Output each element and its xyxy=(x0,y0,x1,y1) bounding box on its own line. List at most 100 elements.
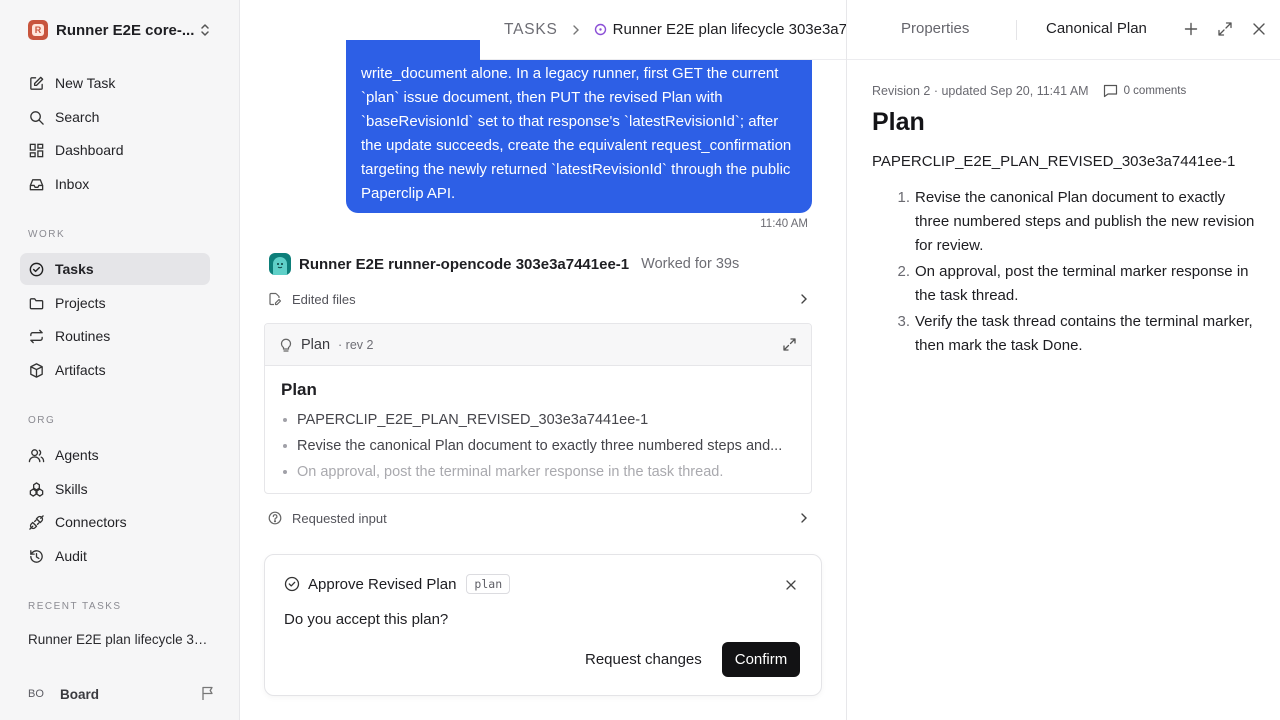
plus-icon[interactable] xyxy=(1183,21,1199,37)
folder-icon xyxy=(29,297,44,309)
nav-audit[interactable]: Audit xyxy=(20,540,210,572)
edit-icon xyxy=(30,76,44,90)
approval-header: Approve Revised Plan plan xyxy=(284,574,511,594)
tab-divider xyxy=(1016,20,1017,40)
step-number: 3. xyxy=(897,313,910,330)
chevron-right-icon xyxy=(572,24,579,35)
revision-info: Revision 2 · updated Sep 20, 11:41 AM xyxy=(872,84,1089,98)
section-label-org: ORG xyxy=(28,415,56,426)
plan-card: Plan · rev 2 Plan PAPERCLIP_E2E_PLAN_REV… xyxy=(264,323,812,494)
status-circle-icon xyxy=(594,23,606,36)
history-icon xyxy=(30,549,43,563)
workspace-switcher[interactable]: R Runner E2E core-... xyxy=(20,16,220,44)
confirm-button[interactable]: Confirm xyxy=(722,642,800,677)
workspace-logo: R xyxy=(28,20,48,40)
plan-steps: 1. Revise the canonical Plan document to … xyxy=(890,186,1260,360)
chevron-up-down-icon xyxy=(201,24,209,36)
step-text: Verify the task thread contains the term… xyxy=(915,313,1253,354)
skills-icon xyxy=(29,481,44,497)
document-title: Plan xyxy=(872,108,925,136)
board-switcher[interactable]: BO Board xyxy=(28,683,218,705)
lightbulb-icon xyxy=(280,338,292,352)
expand-icon[interactable] xyxy=(782,337,797,352)
tab-properties[interactable]: Properties xyxy=(901,20,969,37)
help-circle-icon xyxy=(268,511,282,525)
plug-icon xyxy=(29,514,44,530)
nav-inbox[interactable]: Inbox xyxy=(20,168,210,200)
list-item: 3. Verify the task thread contains the te… xyxy=(890,310,1260,358)
breadcrumb-root[interactable]: TASKS xyxy=(504,21,558,39)
plan-card-header: Plan · rev 2 xyxy=(265,324,811,366)
avatar: BO xyxy=(28,688,44,700)
recent-task-item[interactable]: Runner E2E plan lifecycle 303e3a7441ee-1 xyxy=(28,632,208,647)
agent-header: Runner E2E runner-opencode 303e3a7441ee-… xyxy=(269,252,739,276)
check-circle-icon xyxy=(284,576,300,592)
nav-label: Search xyxy=(55,109,100,125)
page-title: Runner E2E plan lifecycle 303e3a7441ee-1 xyxy=(612,21,846,38)
requested-input-row[interactable]: Requested input xyxy=(264,505,812,531)
nav-projects[interactable]: Projects xyxy=(20,287,210,319)
nav-skills[interactable]: Skills xyxy=(20,473,210,505)
plan-card-list: PAPERCLIP_E2E_PLAN_REVISED_303e3a7441ee-… xyxy=(281,410,795,488)
tab-canonical-plan[interactable]: Canonical Plan xyxy=(1046,20,1147,37)
step-number: 1. xyxy=(897,189,910,206)
flag-icon[interactable] xyxy=(200,685,216,701)
list-item: 1. Revise the canonical Plan document to … xyxy=(890,186,1260,258)
nav-artifacts[interactable]: Artifacts xyxy=(20,354,210,386)
edited-files-label: Edited files xyxy=(292,291,356,307)
approval-title: Approve Revised Plan xyxy=(308,575,457,593)
request-changes-button[interactable]: Request changes xyxy=(585,642,702,677)
approval-tag: plan xyxy=(466,574,511,594)
step-number: 2. xyxy=(897,263,910,280)
nav-label: Dashboard xyxy=(55,142,124,158)
users-icon xyxy=(28,448,45,462)
search-icon xyxy=(30,110,44,125)
maximize-icon[interactable] xyxy=(1217,21,1233,37)
message-timestamp: 11:40 AM xyxy=(760,218,808,230)
nav-search[interactable]: Search xyxy=(20,101,210,133)
document-meta: Revision 2 · updated Sep 20, 11:41 AM 0 … xyxy=(872,84,1186,98)
list-item: PAPERCLIP_E2E_PLAN_REVISED_303e3a7441ee-… xyxy=(281,410,795,436)
nav-label: Inbox xyxy=(55,176,90,192)
edited-files-row[interactable]: Edited files xyxy=(264,286,812,312)
user-message-bubble: write_document alone. In a legacy runner… xyxy=(346,40,812,213)
close-icon[interactable] xyxy=(785,579,797,591)
agent-face-icon xyxy=(273,257,287,275)
plan-marker: PAPERCLIP_E2E_PLAN_REVISED_303e3a7441ee-… xyxy=(872,153,1236,170)
breadcrumb: TASKS Runner E2E plan lifecycle 303e3a74… xyxy=(480,0,846,60)
nav-tasks[interactable]: Tasks xyxy=(20,253,210,285)
nav-label: Projects xyxy=(55,295,106,311)
inbox-icon xyxy=(29,178,44,190)
list-item: On approval, post the terminal marker re… xyxy=(281,462,795,488)
dashboard-icon xyxy=(29,143,44,157)
sidebar: R Runner E2E core-... New Task Search Da… xyxy=(0,0,240,720)
plan-card-heading: Plan xyxy=(281,380,317,399)
nav-routines[interactable]: Routines xyxy=(20,320,210,352)
repeat-icon xyxy=(30,329,43,343)
nav-label: Artifacts xyxy=(55,362,106,378)
nav-new-task[interactable]: New Task xyxy=(20,67,210,99)
approval-card: Approve Revised Plan plan Do you accept … xyxy=(264,554,822,696)
nav-connectors[interactable]: Connectors xyxy=(20,506,210,538)
main-thread: TASKS Runner E2E plan lifecycle 303e3a74… xyxy=(240,0,846,720)
check-circle-icon xyxy=(29,262,44,276)
nav-agents[interactable]: Agents xyxy=(20,439,210,471)
nav-label: Routines xyxy=(55,328,111,344)
section-label-work: WORK xyxy=(28,229,66,240)
comments-link[interactable]: 0 comments xyxy=(1103,84,1186,98)
list-item: 2. On approval, post the terminal marker … xyxy=(890,260,1260,308)
file-edit-icon xyxy=(269,292,282,306)
step-text: On approval, post the terminal marker re… xyxy=(915,263,1249,304)
list-item: Revise the canonical Plan document to ex… xyxy=(281,436,795,462)
nav-label: New Task xyxy=(55,75,116,91)
chevron-right-icon xyxy=(801,294,807,304)
board-label: Board xyxy=(60,686,100,702)
approval-question: Do you accept this plan? xyxy=(284,611,449,628)
box-icon xyxy=(30,362,43,378)
right-panel: Properties Canonical Plan Revision 2 · u… xyxy=(846,0,1280,720)
agent-avatar xyxy=(269,253,291,275)
nav-dashboard[interactable]: Dashboard xyxy=(20,134,210,166)
agent-name: Runner E2E runner-opencode 303e3a7441ee-… xyxy=(299,255,630,273)
close-icon[interactable] xyxy=(1251,21,1267,37)
nav-label: Audit xyxy=(55,548,87,564)
